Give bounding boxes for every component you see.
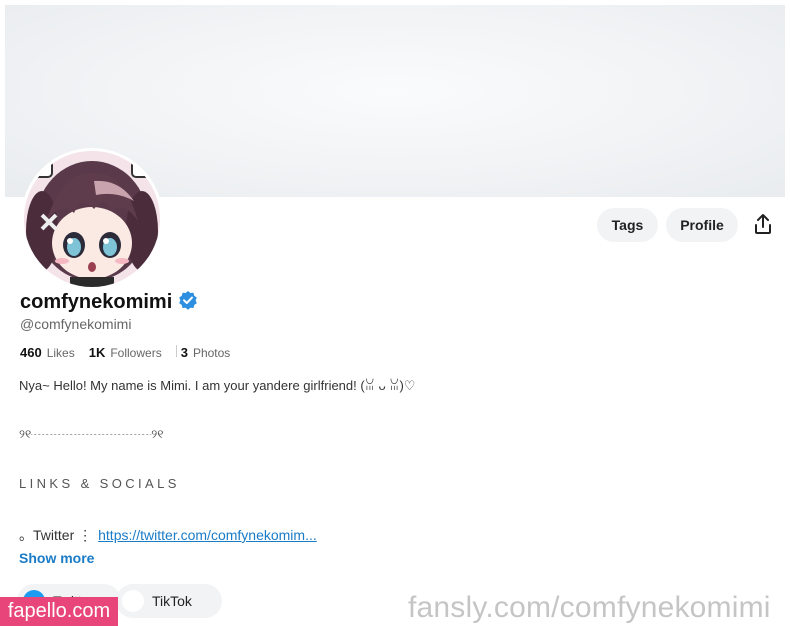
twitter-link-row: 。Twitter ⋮ https://twitter.com/comfyneko… bbox=[19, 525, 317, 545]
stat-likes: 460 Likes bbox=[20, 345, 75, 360]
show-more-link[interactable]: Show more bbox=[19, 550, 94, 566]
tiktok-icon bbox=[122, 590, 144, 612]
stat-followers-label: Followers bbox=[110, 346, 162, 360]
share-button[interactable] bbox=[746, 208, 780, 242]
watermark-left: fapello.com bbox=[0, 597, 118, 626]
profile-button[interactable]: Profile bbox=[666, 208, 738, 242]
stat-photos-label: Photos bbox=[192, 346, 231, 360]
avatar[interactable] bbox=[21, 148, 163, 290]
stat-followers[interactable]: 1K Followers bbox=[89, 345, 162, 360]
stat-likes-value: 460 bbox=[20, 345, 42, 360]
stat-likes-label: Likes bbox=[46, 346, 75, 360]
profile-button-label: Profile bbox=[680, 217, 724, 233]
share-icon bbox=[753, 213, 773, 238]
twitter-link[interactable]: https://twitter.com/comfynekomim... bbox=[98, 527, 317, 543]
stat-photos-value: 3 bbox=[180, 345, 188, 360]
bio-divider: ୨୧┈┈┈┈┈┈┈┈┈┈୨୧ bbox=[19, 427, 164, 441]
watermark-right: fansly.com/comfynekomimi bbox=[408, 591, 771, 624]
anime-girl-avatar-icon bbox=[24, 151, 160, 287]
tiktok-chip[interactable]: TikTok bbox=[116, 584, 222, 618]
tags-button-label: Tags bbox=[611, 217, 644, 233]
profile-stats: 460 Likes 1K Followers 3 Photos bbox=[20, 345, 244, 360]
display-name-row: comfynekomimi bbox=[20, 290, 198, 315]
display-name: comfynekomimi bbox=[20, 291, 173, 313]
tags-button[interactable]: Tags bbox=[597, 208, 658, 242]
profile-handle: @comfynekomimi bbox=[20, 316, 132, 332]
stat-photos[interactable]: 3 Photos bbox=[175, 345, 231, 360]
stat-followers-value: 1K bbox=[88, 345, 106, 360]
verified-badge-icon bbox=[178, 290, 198, 315]
links-heading: LINKS & SOCIALS bbox=[19, 476, 180, 491]
bio-text: Nya~ Hello! My name is Mimi. I am your y… bbox=[19, 378, 416, 393]
tiktok-chip-label: TikTok bbox=[152, 593, 192, 609]
stat-divider bbox=[175, 345, 177, 357]
twitter-link-label: 。Twitter ⋮ bbox=[19, 527, 93, 543]
